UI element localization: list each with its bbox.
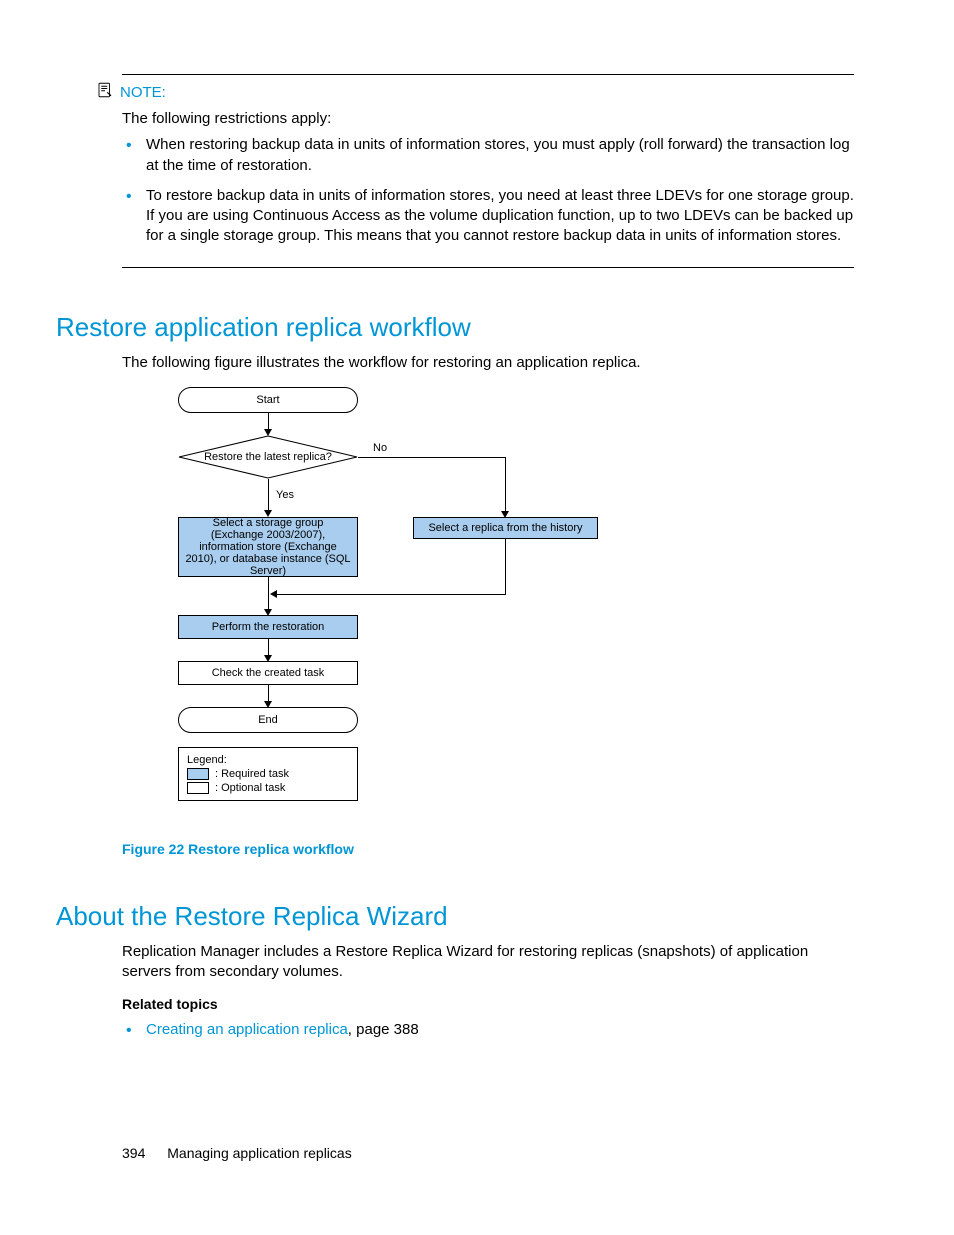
flow-end: End [178,707,358,733]
legend-swatch-optional [187,782,209,794]
flow-perform: Perform the restoration [178,615,358,639]
section-heading-wizard: About the Restore Replica Wizard [56,901,854,932]
flow-select-group: Select a storage group (Exchange 2003/20… [178,517,358,577]
page-footer: 394 Managing application replicas [122,1145,352,1161]
flow-arrow [268,577,269,611]
section1-intro: The following figure illustrates the wor… [122,353,854,373]
flow-start: Start [178,387,358,413]
flow-yes-label: Yes [276,489,294,501]
flow-arrow [505,539,506,594]
note-header: NOTE: [96,81,854,103]
flow-legend: Legend: : Required task : Optional task [178,747,358,801]
note-rule-top [122,74,854,75]
arrow-head-icon [270,590,277,598]
page-number: 394 [122,1145,145,1161]
legend-optional-label: : Optional task [215,782,285,794]
note-rule-bottom [122,267,854,268]
note-label: NOTE: [120,84,166,101]
page-content: NOTE: The following restrictions apply: … [0,0,954,1041]
flow-arrow [505,457,506,513]
legend-row-optional: : Optional task [187,782,347,794]
related-topic-suffix: , page 388 [348,1021,419,1038]
note-icon [96,81,114,103]
legend-title: Legend: [187,754,347,766]
flow-arrow [358,457,505,458]
flow-select-history: Select a replica from the history [413,517,598,539]
note-body: The following restrictions apply: When r… [122,109,854,247]
legend-swatch-required [187,768,209,780]
flow-decision-text: Restore the latest replica? [178,435,358,479]
figure-caption: Figure 22 Restore replica workflow [122,841,854,857]
section2-body: Replication Manager includes a Restore R… [122,942,854,983]
flow-decision: Restore the latest replica? [178,435,358,479]
section-heading-workflow: Restore application replica workflow [56,312,854,343]
arrow-head-icon [264,510,272,517]
note-intro: The following restrictions apply: [122,109,854,129]
legend-row-required: : Required task [187,768,347,780]
note-bullets: When restoring backup data in units of i… [122,135,854,246]
legend-required-label: : Required task [215,768,289,780]
related-topics-heading: Related topics [122,996,854,1012]
flow-check: Check the created task [178,661,358,685]
flow-arrow [273,594,506,595]
flow-arrow [268,479,269,512]
note-bullet-1: When restoring backup data in units of i… [122,135,854,176]
footer-chapter-title: Managing application replicas [167,1145,351,1161]
flowchart: Start Restore the latest replica? No Yes… [122,387,562,827]
related-topics-list: Creating an application replica, page 38… [122,1020,854,1040]
related-topic-item: Creating an application replica, page 38… [122,1020,854,1040]
flow-no-label: No [373,442,387,454]
related-topic-link[interactable]: Creating an application replica [146,1021,348,1038]
note-bullet-2: To restore backup data in units of infor… [122,186,854,247]
figure-22: Start Restore the latest replica? No Yes… [122,387,854,857]
